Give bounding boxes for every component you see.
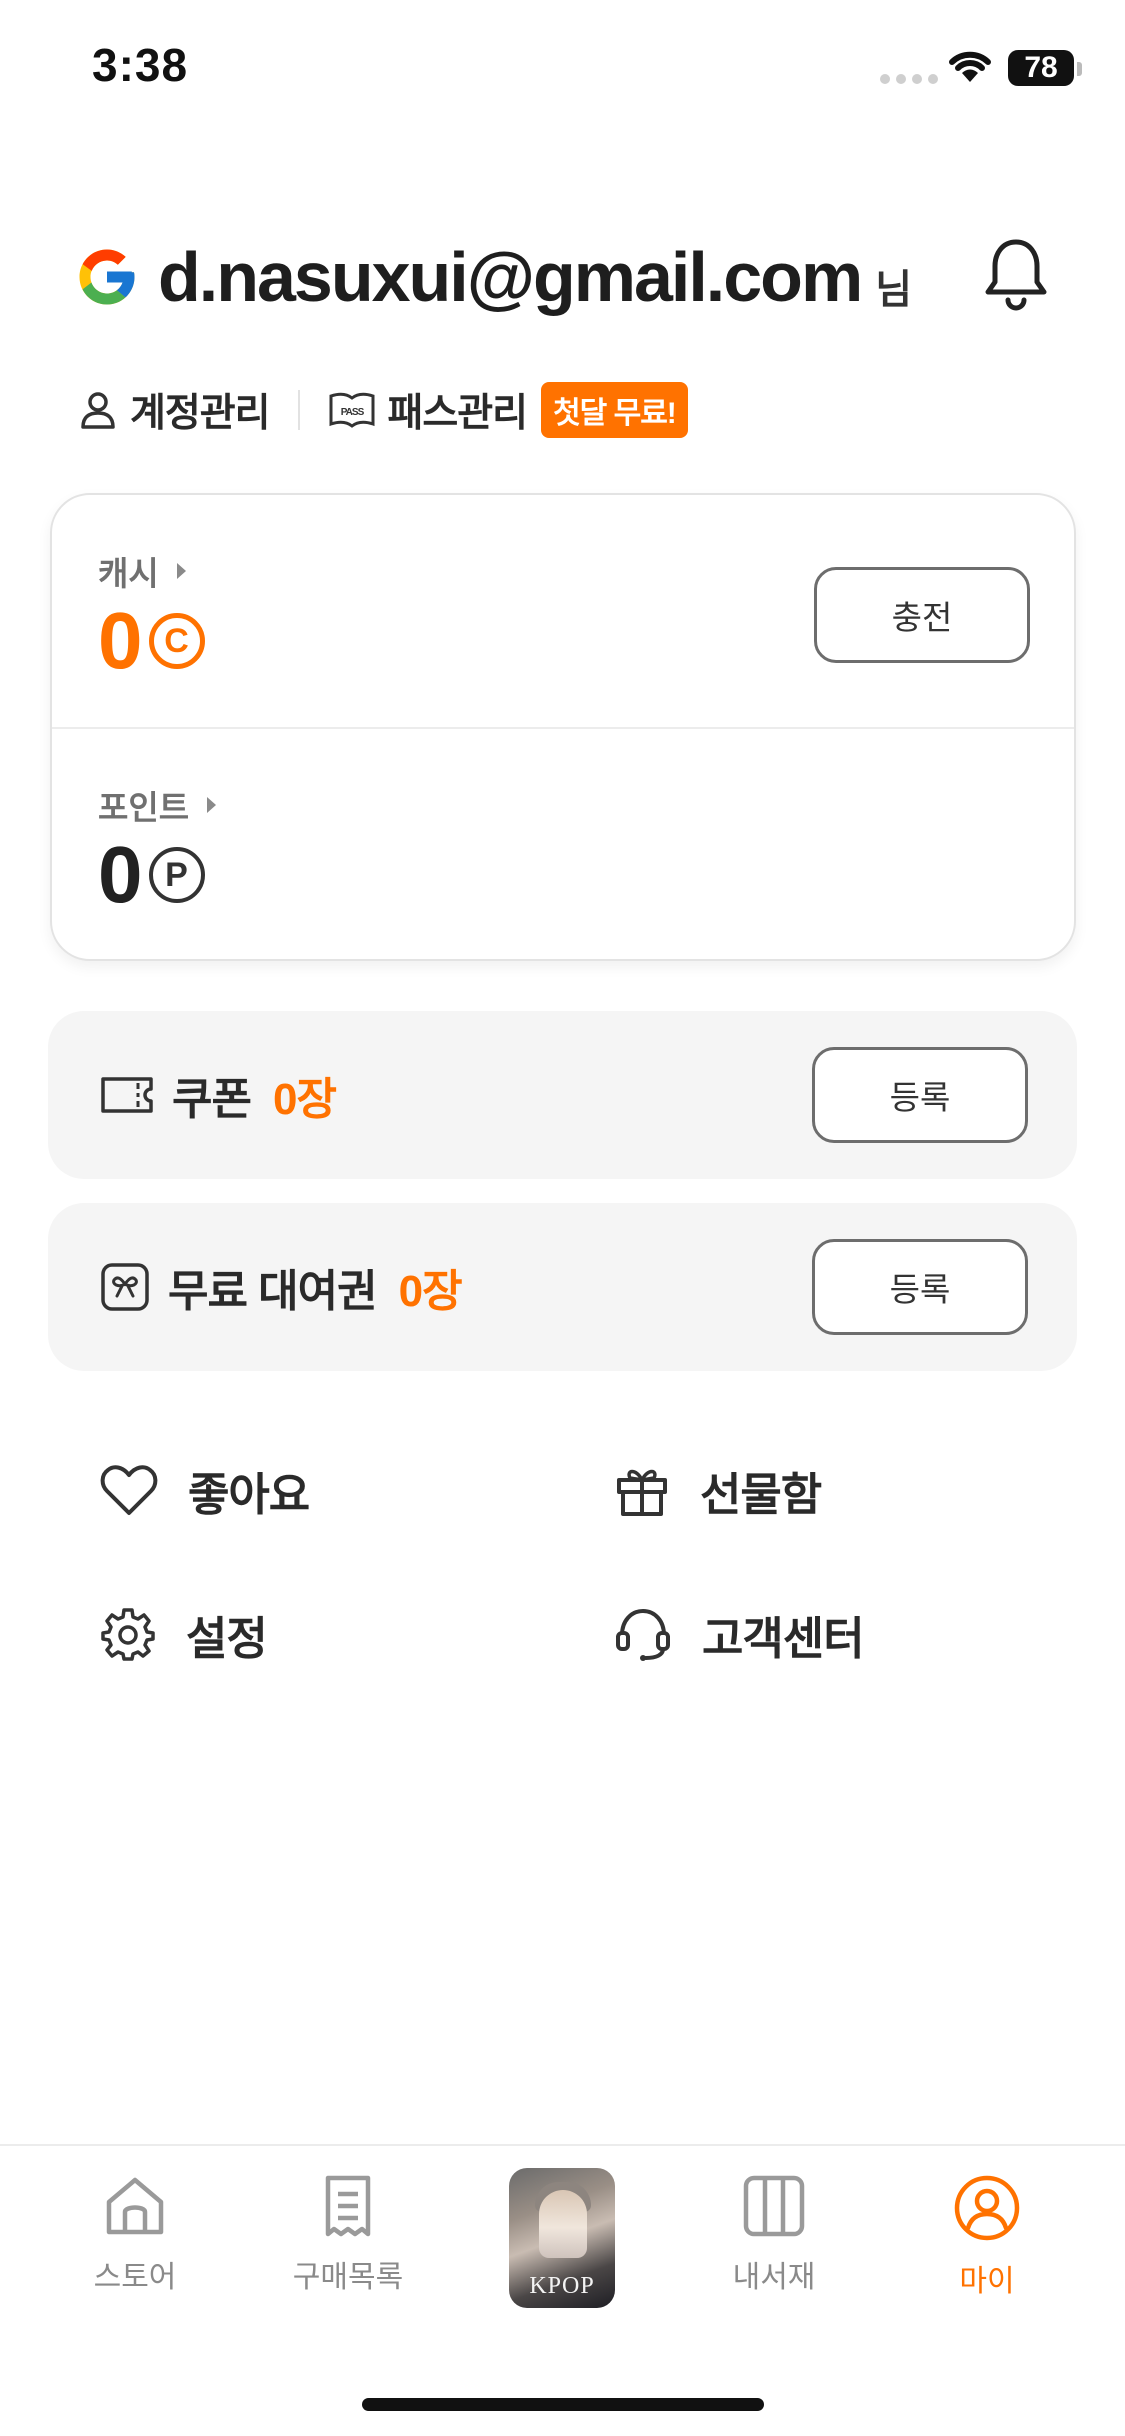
user-email: d.nasuxui@gmail.com [158,238,863,316]
wifi-icon [949,51,991,82]
tab-library-label: 내서재 [732,2261,816,2294]
free-rental-row: 무료 대여권 0장 등록 [48,1203,1077,1371]
cash-coin-icon: C [148,613,205,669]
bottom-tab-bar: 스토어 구매목록 KPOP 내서재 마이 [0,2144,1125,2436]
svg-text:PASS: PASS [340,407,364,418]
coupon-register-button[interactable]: 등록 [812,1047,1028,1143]
pass-manage-link[interactable]: PASS 패스관리 첫달 무료! [328,382,688,438]
charge-button[interactable]: 충전 [814,567,1030,663]
divider [297,390,300,430]
tab-my[interactable]: 마이 [897,2174,1077,2300]
pass-book-icon: PASS [329,392,375,428]
gear-icon [101,1608,155,1661]
menu-support-label: 고객센터 [702,1612,865,1664]
profile-header: d.nasuxui@gmail.com 님 [74,232,1054,322]
tab-store-label: 스토어 [93,2261,177,2294]
tab-purchase-list[interactable]: 구매목록 [258,2174,438,2296]
chevron-right-icon [176,563,186,579]
cash-label-row[interactable]: 캐시 [98,547,186,595]
wallet-card: 캐시 0 C 충전 포인트 0 P [50,493,1076,961]
cash-balance: 0 C [98,601,205,681]
point-label-row[interactable]: 포인트 [98,781,217,829]
home-icon [106,2177,164,2235]
rental-count: 0장 [398,1267,463,1316]
point-coin-icon: P [148,847,205,903]
honorific-suffix: 님 [875,268,912,312]
menu-gift-box[interactable]: 선물함 [614,1450,822,1530]
menu-like[interactable]: 좋아요 [100,1450,310,1530]
status-bar: 3:38 78 [0,0,1125,140]
point-label: 포인트 [98,789,190,826]
first-month-free-badge: 첫달 무료! [541,382,688,438]
menu-support[interactable]: 고객센터 [614,1594,865,1674]
coupon-info: 쿠폰 0장 [100,1011,337,1179]
cash-label: 캐시 [98,555,159,592]
pass-manage-label: 패스관리 [387,392,529,435]
tab-my-label: 마이 [959,2265,1015,2298]
heart-icon [100,1465,158,1515]
point-balance: 0 P [98,835,205,915]
coupon-title: 쿠폰 [172,1075,252,1124]
rental-ticket-icon [101,1263,149,1311]
tab-store[interactable]: 스토어 [45,2174,225,2296]
google-logo-icon [79,249,135,305]
headset-icon [616,1608,670,1661]
coupon-row: 쿠폰 0장 등록 [48,1011,1077,1179]
battery-icon: 78 [1008,50,1074,86]
account-manage-label: 계정관리 [130,392,271,435]
point-value: 0 [98,830,143,919]
cellular-signal-icon [880,74,938,84]
tab-purchase-label: 구매목록 [292,2261,404,2294]
featured-cover-title: KPOP [529,2273,595,2299]
notification-bell-icon[interactable] [980,234,1052,314]
cash-value: 0 [98,596,143,685]
home-indicator [362,2398,764,2411]
menu-settings-label: 설정 [186,1612,268,1664]
coupon-ticket-icon [101,1077,153,1113]
bookshelf-icon [743,2175,805,2237]
point-section[interactable]: 포인트 0 P [52,729,1074,961]
chevron-right-icon [207,797,217,813]
user-icon [81,392,115,429]
gift-icon [617,1469,667,1516]
user-circle-icon [954,2175,1020,2241]
account-links: 계정관리 PASS 패스관리 첫달 무료! [78,380,688,440]
account-manage-link[interactable]: 계정관리 [78,382,271,438]
tab-library[interactable]: 내서재 [684,2174,864,2296]
battery-nub [1077,62,1082,76]
menu-settings[interactable]: 설정 [100,1594,268,1674]
rental-register-button[interactable]: 등록 [812,1239,1028,1335]
rental-title: 무료 대여권 [168,1267,378,1316]
status-time: 3:38 [92,39,189,91]
receipt-icon [325,2175,371,2237]
cash-section[interactable]: 캐시 0 C 충전 [52,495,1074,727]
menu-like-label: 좋아요 [188,1468,310,1520]
rental-info: 무료 대여권 0장 [100,1203,463,1371]
cover-figure [539,2190,587,2258]
menu-gift-label: 선물함 [700,1468,822,1520]
featured-book-cover[interactable]: KPOP [509,2168,615,2308]
coupon-count: 0장 [272,1075,337,1124]
